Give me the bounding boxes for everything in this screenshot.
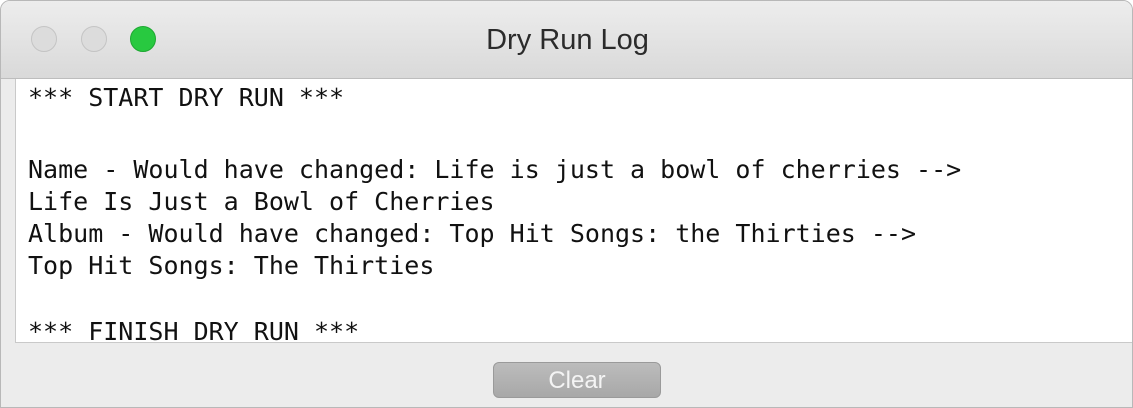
log-line-name-change: Name - Would have changed: Life is just … xyxy=(28,155,962,184)
log-text-area[interactable]: *** START DRY RUN *** Name - Would have … xyxy=(15,79,1132,343)
log-line-name-new: Life Is Just a Bowl of Cherries xyxy=(28,187,495,216)
log-line-start: *** START DRY RUN *** xyxy=(28,83,345,112)
log-line-album-new: Top Hit Songs: The Thirties xyxy=(28,251,435,280)
log-line-album-change: Album - Would have changed: Top Hit Song… xyxy=(28,219,917,248)
window-title: Dry Run Log xyxy=(486,24,649,56)
clear-button[interactable]: Clear xyxy=(493,362,661,398)
dry-run-log-window: Dry Run Log *** START DRY RUN *** Name -… xyxy=(0,0,1133,408)
title-bar[interactable]: Dry Run Log xyxy=(1,1,1132,79)
log-line-finish: *** FINISH DRY RUN *** xyxy=(28,317,360,343)
bottom-toolbar: Clear xyxy=(1,343,1132,407)
